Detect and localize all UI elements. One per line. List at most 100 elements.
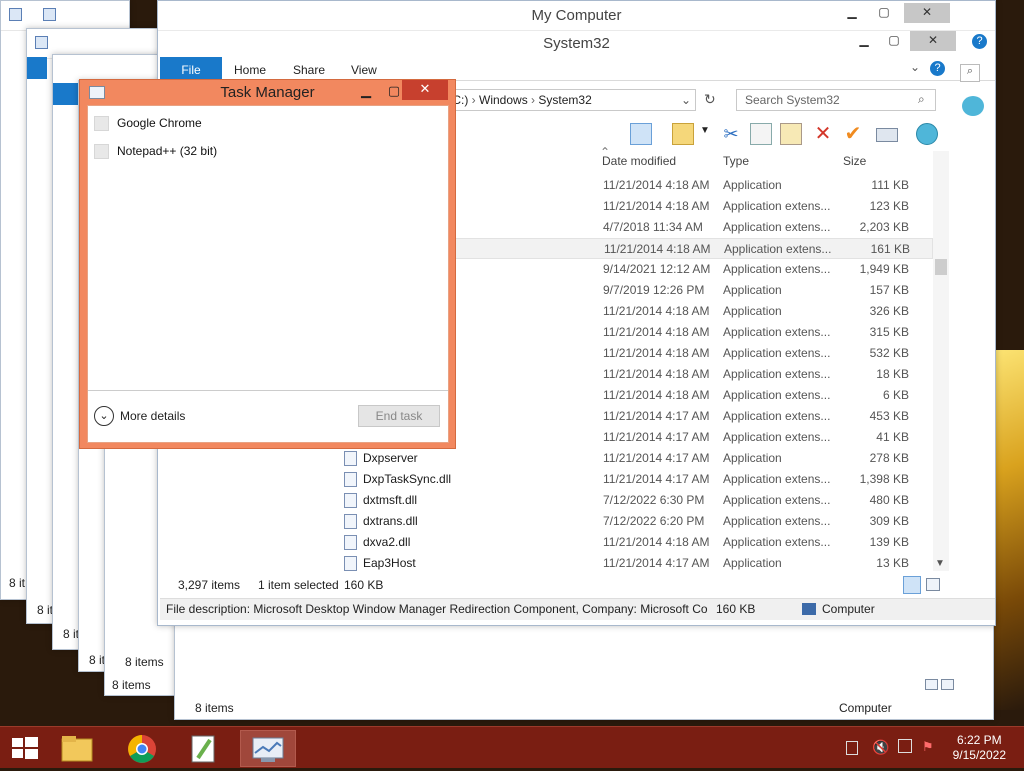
address-dropdown-icon[interactable]: ⌄	[681, 90, 691, 110]
maximize-button[interactable]: ▢	[880, 31, 908, 51]
tab-share[interactable]: Share	[293, 57, 325, 81]
vertical-scrollbar[interactable]: ▼	[933, 151, 949, 571]
tab-view[interactable]: View	[351, 57, 377, 81]
file-row[interactable]: dxva2.dll 11/21/2014 4:18 AM Application e…	[338, 532, 933, 553]
minimize-button[interactable]: ▁	[352, 82, 380, 101]
column-date-modified[interactable]: Date modified	[602, 154, 676, 168]
file-size: 1,949 KB	[859, 262, 909, 276]
end-task-button[interactable]: End task	[358, 405, 440, 427]
selection-count: 1 item selected	[258, 578, 339, 592]
view-toggle-icons[interactable]	[925, 679, 959, 691]
scroll-down-icon[interactable]: ▼	[935, 558, 945, 569]
tab-home[interactable]: Home	[234, 57, 266, 81]
file-date: 11/21/2014 4:18 AM	[603, 535, 710, 549]
file-size: 13 KB	[876, 556, 909, 570]
file-size: 139 KB	[869, 535, 909, 549]
close-button[interactable]: ✕	[904, 3, 950, 23]
control-panel-icon[interactable]	[962, 96, 984, 116]
ribbon-tabs: File Home Share View ⌄ ?	[158, 57, 995, 81]
file-size: 532 KB	[869, 346, 909, 360]
chrome-taskbar-button[interactable]	[114, 730, 170, 767]
minimize-button[interactable]: ▁	[838, 3, 866, 23]
close-button[interactable]: ✕	[910, 31, 956, 51]
file-type: Application	[723, 556, 782, 570]
file-name: DxpTaskSync.dll	[363, 472, 452, 486]
task-manager-window: Task Manager ▁ ▢ ✕ Google Chrome Notepad…	[79, 79, 456, 449]
minimize-button[interactable]: ▁	[850, 31, 878, 51]
new-folder-icon[interactable]	[672, 123, 694, 145]
file-size: 278 KB	[869, 451, 909, 465]
chevron-down-icon[interactable]: ⌄	[94, 406, 114, 426]
task-manager-taskbar-button[interactable]	[240, 730, 296, 767]
file-row[interactable]: Dxpserver 11/21/2014 4:17 AM Application 27…	[338, 448, 933, 469]
delete-icon[interactable]: ✕	[812, 123, 834, 145]
copy-icon[interactable]	[750, 123, 772, 145]
more-details-link[interactable]: More details	[120, 409, 185, 423]
control-panel-icon[interactable]	[916, 123, 938, 145]
file-date: 9/7/2019 12:26 PM	[603, 283, 705, 297]
notepadpp-taskbar-button[interactable]	[176, 730, 232, 767]
tab-file[interactable]: File	[160, 57, 222, 81]
search-icon[interactable]: ⌕	[960, 64, 980, 82]
file-row[interactable]: Eap3Host 11/21/2014 4:17 AM Application 13 …	[338, 553, 933, 574]
new-folder-icon[interactable]	[43, 8, 56, 21]
windows-start-icon[interactable]	[12, 737, 38, 759]
close-button[interactable]: ✕	[402, 80, 448, 100]
dropdown-icon[interactable]: ▼	[700, 125, 710, 136]
clock[interactable]: 6:22 PM 9/15/2022	[953, 733, 1006, 763]
status-items: 8 it	[63, 627, 80, 641]
file-row[interactable]: dxtmsft.dll 7/12/2022 6:30 PM Application …	[338, 490, 933, 511]
checkmark-icon[interactable]: ✔	[842, 123, 864, 145]
app-item-chrome[interactable]: Google Chrome	[94, 112, 202, 134]
properties-icon[interactable]	[9, 8, 22, 21]
file-type: Application extens...	[723, 220, 831, 234]
file-row[interactable]: DxpTaskSync.dll 11/21/2014 4:17 AM Applica…	[338, 469, 933, 490]
file-date: 11/21/2014 4:18 AM	[603, 346, 710, 360]
rename-icon[interactable]	[876, 128, 898, 142]
file-name: dxtrans.dll	[363, 514, 418, 528]
refresh-icon[interactable]: ↻	[704, 91, 716, 108]
task-manager-footer: ⌄ More details End task	[88, 390, 448, 442]
file-date: 11/21/2014 4:17 AM	[603, 451, 710, 465]
app-icon	[94, 116, 109, 132]
help-icon[interactable]: ?	[930, 61, 945, 76]
file-size: 453 KB	[869, 409, 909, 423]
details-size: 160 KB	[716, 602, 756, 616]
properties-icon[interactable]	[35, 36, 48, 49]
file-size: 1,398 KB	[859, 472, 909, 486]
app-item-notepadpp[interactable]: Notepad++ (32 bit)	[94, 140, 217, 162]
action-center-icon[interactable]: ⚑	[922, 739, 934, 755]
column-size[interactable]: Size	[843, 154, 866, 168]
file-type: Application extens...	[723, 535, 831, 549]
network-icon[interactable]	[898, 739, 912, 753]
cut-icon[interactable]: ✂	[720, 123, 742, 145]
breadcrumb-system32[interactable]: System32	[538, 93, 591, 107]
address-bar[interactable]: k (C:) › Windows › System32 ⌄	[436, 89, 696, 111]
status-items: 8 it	[89, 653, 106, 667]
maximize-button[interactable]: ▢	[870, 3, 898, 23]
file-size: 161 KB	[870, 242, 910, 256]
clock-date: 9/15/2022	[952, 748, 1006, 762]
preview-pane-icon[interactable]	[630, 123, 652, 145]
file-size: 326 KB	[869, 304, 909, 318]
ribbon-file-tab[interactable]	[53, 83, 79, 105]
task-manager-content: Google Chrome Notepad++ (32 bit) ⌄ More …	[87, 105, 449, 443]
volume-muted-icon[interactable]: 🔇	[872, 739, 889, 756]
large-icons-view-icon[interactable]	[926, 578, 940, 591]
file-explorer-taskbar-button[interactable]	[50, 730, 106, 767]
file-name: Dxpserver	[363, 451, 418, 465]
breadcrumb-windows[interactable]: Windows	[479, 93, 528, 107]
file-date: 7/12/2022 6:20 PM	[603, 514, 705, 528]
file-icon	[344, 535, 357, 550]
ribbon-file-tab[interactable]	[27, 57, 47, 79]
help-icon[interactable]: ?	[972, 34, 987, 49]
show-hidden-icons[interactable]	[846, 741, 858, 755]
paste-icon[interactable]	[780, 123, 802, 145]
details-view-icon[interactable]	[903, 576, 921, 594]
expand-ribbon-icon[interactable]: ⌄	[910, 60, 920, 74]
column-type[interactable]: Type	[723, 154, 749, 168]
file-row[interactable]: dxtrans.dll 7/12/2022 6:20 PM Application …	[338, 511, 933, 532]
file-date: 11/21/2014 4:18 AM	[603, 388, 710, 402]
scrollbar-thumb[interactable]	[935, 259, 947, 275]
search-input[interactable]: Search System32	[736, 89, 936, 111]
